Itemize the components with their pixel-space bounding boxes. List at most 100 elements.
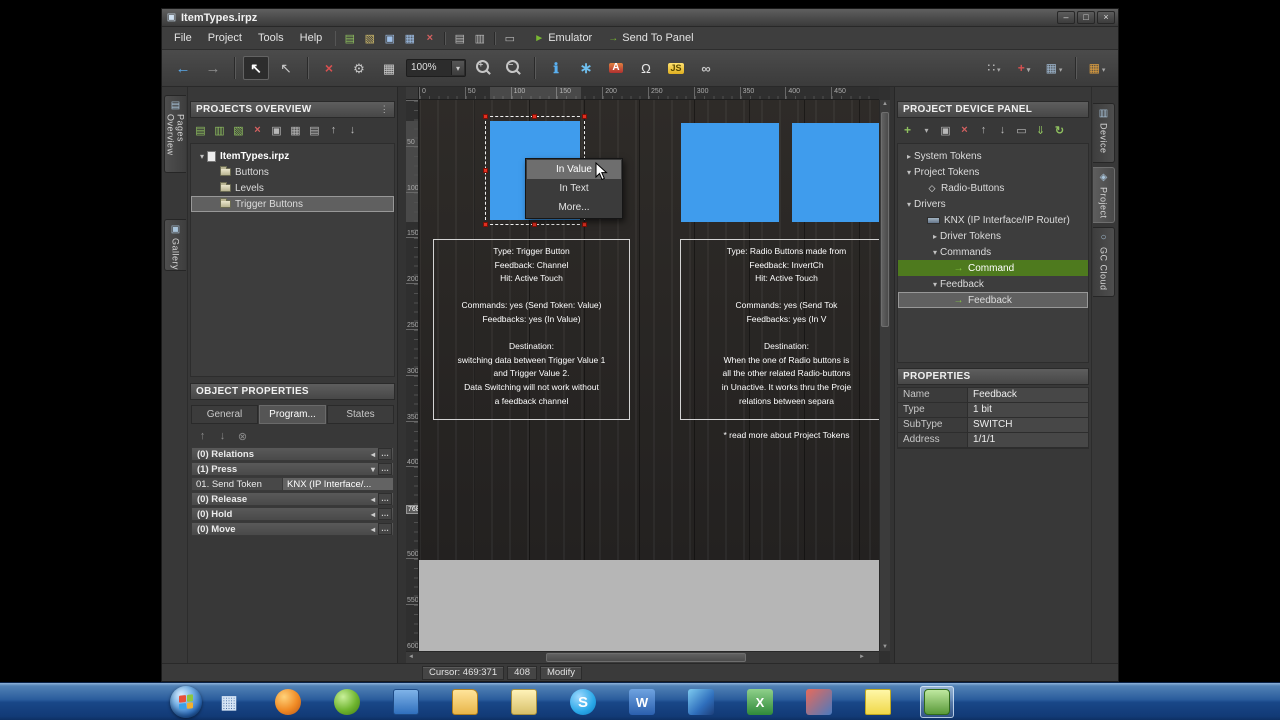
object-info-icon[interactable]: ℹ — [543, 56, 569, 80]
save-tool-icon[interactable] — [389, 686, 423, 718]
snowflake-icon[interactable]: ∗ — [573, 56, 599, 80]
save-icon[interactable]: ▣ — [381, 30, 398, 46]
selection-handle[interactable] — [483, 114, 488, 119]
move-down-icon[interactable]: ↓ — [214, 428, 231, 444]
tree-item[interactable]: KNX (IP Interface/IP Router) — [898, 212, 1088, 228]
properties-tab[interactable]: States — [327, 405, 394, 424]
property-value[interactable]: 1 bit — [968, 403, 1088, 418]
property-value[interactable]: SWITCH — [968, 418, 1088, 433]
tree-item[interactable]: Driver Tokens — [898, 228, 1088, 244]
radio-buttons-description[interactable]: Type: Radio Buttons made fromFeedback: I… — [680, 239, 879, 420]
move-down-icon[interactable]: ↓ — [344, 122, 361, 138]
open-project-icon[interactable]: ▧ — [361, 30, 378, 46]
start-button[interactable] — [170, 686, 202, 718]
selection-handle[interactable] — [532, 114, 537, 119]
tree-item[interactable]: Commands — [898, 244, 1088, 260]
tree-item[interactable]: Trigger Buttons — [191, 196, 394, 212]
property-row[interactable]: (0) Move ◂ … — [191, 522, 394, 536]
grid-icon[interactable]: ▦ — [376, 56, 402, 80]
tree-item[interactable]: Command — [898, 260, 1088, 276]
panel-icon[interactable]: ▭ — [501, 30, 518, 46]
close-button[interactable]: × — [1097, 11, 1115, 24]
paste-icon[interactable]: ▦ — [287, 122, 304, 138]
folder-icon[interactable] — [448, 686, 482, 718]
tree-item[interactable]: Drivers — [898, 196, 1088, 212]
separator[interactable] — [530, 56, 539, 80]
property-value[interactable]: Feedback — [968, 388, 1088, 403]
property-value[interactable]: KNX (IP Interface/... — [283, 477, 394, 491]
duplicate-icon[interactable]: ▣ — [937, 122, 954, 138]
special-chars-icon[interactable]: Ω — [633, 56, 659, 80]
button-item[interactable] — [681, 123, 779, 222]
recorder-icon[interactable] — [920, 686, 954, 718]
close-project-icon[interactable]: × — [421, 30, 438, 46]
add-page-icon[interactable]: ▤ — [192, 122, 209, 138]
zoom-out-icon[interactable]: − — [500, 56, 526, 80]
settings-tool-icon[interactable] — [802, 686, 836, 718]
address-book-icon[interactable]: ▭ — [1013, 122, 1030, 138]
footnote-text[interactable]: * read more about Project Tokens — [680, 430, 879, 440]
send-to-panel-button[interactable]: → Send To Panel — [608, 32, 693, 44]
collapse-arrow-icon[interactable]: ◂ — [368, 495, 378, 504]
context-menu-item[interactable]: More... — [527, 198, 621, 217]
collapse-arrow-icon[interactable]: ◂ — [368, 525, 378, 534]
collapse-arrow-icon[interactable]: ◂ — [368, 510, 378, 519]
move-up-icon[interactable]: ↑ — [325, 122, 342, 138]
tab-pages-overview[interactable]: ▤ Pages Overview — [164, 95, 186, 173]
separator[interactable] — [441, 30, 448, 46]
project-doc-icon[interactable]: ▤ — [451, 30, 468, 46]
delete-icon[interactable]: × — [249, 122, 266, 138]
tab-gc-cloud[interactable]: ○ GC Cloud — [1093, 227, 1115, 297]
tree-item[interactable]: Project Tokens — [898, 164, 1088, 180]
property-row[interactable]: (1) Press ▾ … — [191, 462, 394, 476]
import-page-icon[interactable]: ▥ — [211, 122, 228, 138]
property-value[interactable]: 1/1/1 — [968, 433, 1088, 448]
separator[interactable] — [303, 56, 312, 80]
clone-icon[interactable]: ▤ — [306, 122, 323, 138]
menu-item[interactable]: File — [166, 29, 200, 47]
button-item[interactable] — [792, 123, 879, 222]
tree-item[interactable]: Feedback — [898, 292, 1088, 308]
import-icon[interactable]: ⇓ — [1032, 122, 1049, 138]
property-row[interactable]: (0) Hold ◂ … — [191, 507, 394, 521]
property-row[interactable]: (0) Release ◂ … — [191, 492, 394, 506]
trigger-button-description[interactable]: Type: Trigger ButtonFeedback: ChannelHit… — [433, 239, 630, 420]
tab-device[interactable]: ▥ Device — [1093, 103, 1115, 163]
save-all-icon[interactable]: ▦ — [401, 30, 418, 46]
selection-handle[interactable] — [582, 222, 587, 227]
tree-item[interactable]: ItemTypes.irpz — [191, 148, 394, 164]
tab-gallery[interactable]: ▣ Gallery — [164, 219, 186, 271]
link-icon[interactable]: ∞ — [693, 56, 719, 80]
horizontal-scrollbar[interactable] — [406, 651, 879, 663]
collapse-arrow-icon[interactable]: ▾ — [368, 465, 378, 474]
menu-item[interactable]: Project — [200, 29, 250, 47]
more-button[interactable]: … — [378, 493, 392, 505]
tree-item[interactable]: Radio-Buttons — [898, 180, 1088, 196]
add-token-icon[interactable]: + — [899, 122, 916, 138]
project-gallery-icon[interactable]: ▥ — [471, 30, 488, 46]
script-editor-icon[interactable]: JS — [663, 56, 689, 80]
separator[interactable] — [1071, 56, 1080, 80]
collapse-arrow-icon[interactable]: ◂ — [368, 450, 378, 459]
select-tool-icon[interactable]: ↖ — [243, 56, 269, 80]
grid-options-icon[interactable]: ∷ — [981, 56, 1007, 80]
expander-icon[interactable] — [904, 200, 914, 209]
tab-project[interactable]: ◈ Project — [1093, 167, 1115, 223]
refresh-icon[interactable]: ↻ — [1051, 122, 1068, 138]
more-button[interactable]: … — [378, 508, 392, 520]
tree-item[interactable]: Buttons — [191, 164, 394, 180]
more-button[interactable]: … — [378, 523, 392, 535]
expander-icon[interactable] — [930, 280, 940, 289]
quick-launch-icon[interactable]: ▦ — [212, 686, 246, 718]
tree-item[interactable]: Levels — [191, 180, 394, 196]
minimize-button[interactable]: – — [1057, 11, 1075, 24]
separator[interactable] — [230, 56, 239, 80]
move-down-icon[interactable]: ↓ — [994, 122, 1011, 138]
panel-menu-icon[interactable]: ⋮ — [380, 104, 389, 115]
selection-handle[interactable] — [582, 114, 587, 119]
emulator-button[interactable]: ► Emulator — [534, 32, 592, 44]
property-row[interactable]: 01. Send Token KNX (IP Interface/... — [191, 477, 394, 491]
firefox-icon[interactable] — [271, 686, 305, 718]
forward-icon[interactable]: → — [200, 56, 226, 80]
direct-select-tool-icon[interactable]: ↖ — [273, 56, 299, 80]
